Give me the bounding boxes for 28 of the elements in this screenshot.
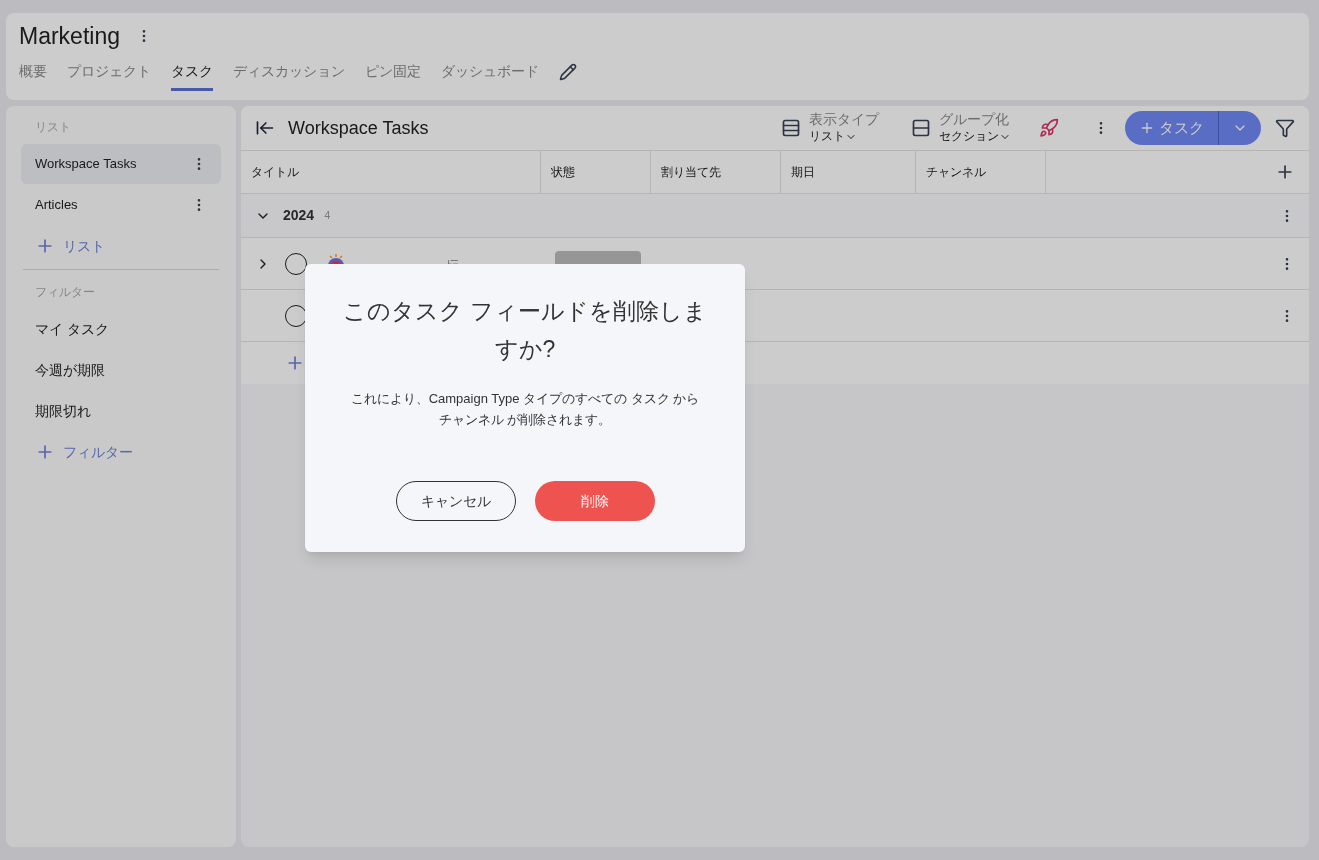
filter-item[interactable]: 期限切れ [21,391,221,432]
filter-icon[interactable] [1275,118,1295,138]
list-label: Workspace Tasks [35,155,137,174]
edit-icon[interactable] [559,63,577,81]
group-by-dropdown[interactable]: グループ化 セクション [939,111,1011,145]
view-type-dropdown[interactable]: 表示タイプ リスト [809,111,879,145]
tab[interactable]: タスク [171,61,213,91]
column-header: タイトル [241,151,541,193]
list-title: Workspace Tasks [288,116,430,140]
list-item[interactable]: Workspace Tasks [21,144,221,184]
column-header: 割り当て先 [651,151,781,193]
collapse-sidebar-icon[interactable] [255,118,275,138]
list-view-icon [781,118,801,138]
dialog-title: このタスク フィールドを削除しますか? [342,297,708,364]
rocket-icon[interactable] [1039,118,1059,138]
column-header: 期日 [781,151,916,193]
group-name: 2024 [283,206,315,225]
plus-icon [1139,120,1155,136]
list-label: Articles [35,196,78,215]
project-title: Marketing [19,21,120,51]
group-count: 4 [324,208,331,224]
filter-item[interactable]: マイ タスク [21,309,221,350]
dialog-message: これにより、Campaign Type タイプのすべての タスク からチャンネル が削除されます。 [349,390,701,429]
column-header: チャンネル [916,151,1046,193]
column-header: 状態 [541,151,651,193]
filter-item[interactable]: 今週が期限 [21,350,221,391]
list-item[interactable]: Articles [21,185,221,225]
group-icon [911,118,931,138]
